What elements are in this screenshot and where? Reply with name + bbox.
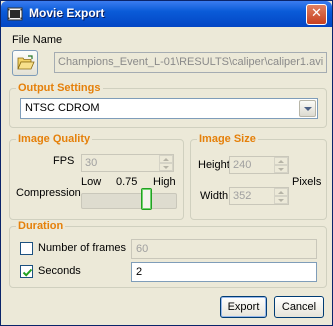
fps-value: 30 [85,157,98,169]
compression-slider-thumb[interactable] [141,188,152,210]
file-path-field[interactable]: Champions_Event_L-01\RESULTS\caliper\cal… [54,52,327,73]
image-size-title: Image Size [197,133,258,145]
output-format-value: NTSC CDROM [25,102,100,114]
title-bar[interactable]: Movie Export ✕ [1,1,332,27]
movie-export-dialog: Movie Export ✕ File Name Champions_Event… [0,0,333,326]
image-quality-title: Image Quality [16,133,93,145]
duration-title: Duration [16,220,66,232]
file-name-label: File Name [12,34,63,46]
spin-up-icon[interactable] [274,188,288,196]
low-label: Low [81,176,102,188]
folder-open-icon [17,55,35,70]
height-spinner[interactable]: 240 [229,156,289,174]
fps-label: FPS [53,155,75,167]
output-settings-title: Output Settings [16,82,103,94]
seconds-field[interactable]: 2 [131,262,317,282]
window-title: Movie Export [29,6,105,20]
seconds-checkbox[interactable] [20,265,33,278]
number-of-frames-checkbox[interactable] [20,242,33,255]
number-of-frames-label: Number of frames [38,242,127,254]
compression-slider-track[interactable] [81,193,177,209]
height-spin-buttons[interactable] [274,157,288,173]
close-icon: ✕ [311,6,322,21]
browse-file-button[interactable] [12,50,38,76]
cancel-button[interactable]: Cancel [274,296,324,318]
spin-up-icon[interactable] [274,157,288,165]
spin-down-icon[interactable] [274,196,288,204]
width-label: Width [200,190,229,202]
seconds-label: Seconds [38,265,81,277]
number-of-frames-field[interactable]: 60 [131,239,317,259]
spin-up-icon[interactable] [159,155,173,163]
spin-down-icon[interactable] [159,163,173,171]
width-spin-buttons[interactable] [274,188,288,204]
pixels-label: Pixels [292,176,322,188]
fps-spin-buttons[interactable] [159,155,173,171]
fps-spinner[interactable]: 30 [81,154,174,172]
width-spinner[interactable]: 352 [229,187,289,205]
width-value: 352 [233,190,252,202]
output-format-select[interactable]: NTSC CDROM [20,98,318,119]
movie-icon [7,7,23,21]
high-label: High [153,176,176,188]
close-button[interactable]: ✕ [306,4,327,25]
compression-label: Compression [16,187,81,199]
checkmark-icon [22,268,33,277]
height-label: Height [198,159,230,171]
height-value: 240 [233,159,252,171]
export-button[interactable]: Export [220,296,267,318]
spin-down-icon[interactable] [274,165,288,173]
chevron-down-icon[interactable] [299,100,316,117]
compression-value-label: 0.75 [116,176,138,188]
